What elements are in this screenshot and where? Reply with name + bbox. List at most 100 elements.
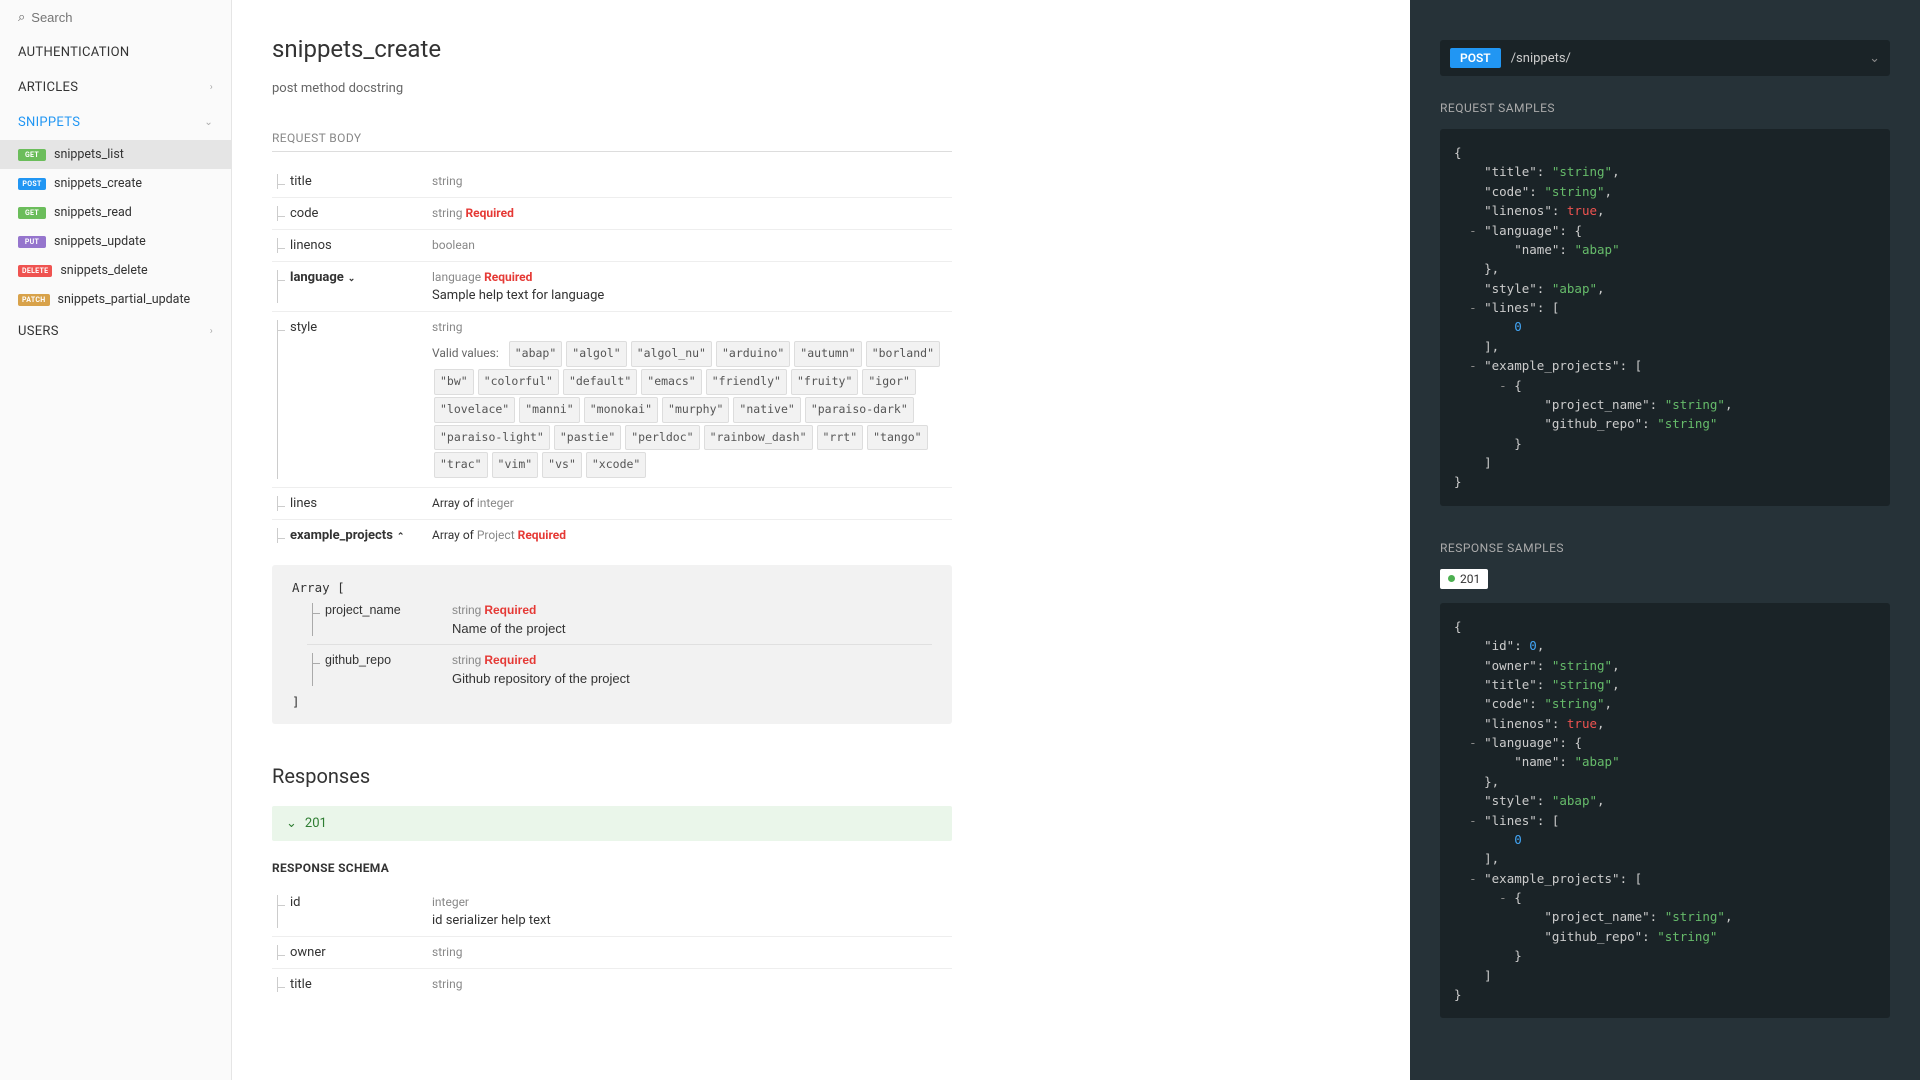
param-row-code: code stringRequired xyxy=(272,198,952,230)
chevron-right-icon: › xyxy=(210,82,213,93)
chevron-down-icon: ⌄ xyxy=(348,274,356,284)
nav-authentication[interactable]: AUTHENTICATION xyxy=(0,35,231,70)
param-info: string xyxy=(432,174,952,189)
nav-articles[interactable]: ARTICLES › xyxy=(0,70,231,105)
enum-value: "arduino" xyxy=(716,341,790,367)
enum-value: "autumn" xyxy=(794,341,861,367)
param-name: linenos xyxy=(272,238,432,253)
enum-value: "rainbow_dash" xyxy=(704,425,813,451)
param-type-prefix: Array of xyxy=(432,528,477,542)
enum-value: "bw" xyxy=(434,369,474,395)
param-desc: Sample help text for language xyxy=(432,288,952,303)
nested-name: github_repo xyxy=(307,653,452,686)
param-type: language xyxy=(432,270,481,284)
param-type: integer xyxy=(432,895,469,909)
param-name: example_projects⌃ xyxy=(272,528,432,543)
response-code: 201 xyxy=(305,816,327,831)
nav-label: AUTHENTICATION xyxy=(18,45,129,60)
sidebar-item-snippets_partial_update[interactable]: PATCHsnippets_partial_update xyxy=(0,285,231,314)
nested-row-project-name: project_name stringRequiredName of the p… xyxy=(307,595,932,645)
endpoint-bar[interactable]: POST /snippets/ ⌄ xyxy=(1440,40,1890,76)
param-row-lines: lines Array of integer xyxy=(272,488,952,520)
chevron-down-icon: ⌄ xyxy=(204,117,213,128)
param-type-prefix: Array of xyxy=(432,496,477,510)
param-info: string Valid values: "abap""algol""algol… xyxy=(432,320,952,479)
nested-row-github-repo: github_repo stringRequiredGithub reposit… xyxy=(307,645,932,694)
enum-value: "emacs" xyxy=(641,369,701,395)
param-row-linenos: linenos boolean xyxy=(272,230,952,262)
required-label: Required xyxy=(484,603,536,617)
param-type: Project xyxy=(477,528,515,542)
param-name: lines xyxy=(272,496,432,511)
enum-value: "algol" xyxy=(566,341,626,367)
nested-schema-box: Array [ project_name stringRequiredName … xyxy=(272,565,952,724)
valid-values: Valid values: "abap""algol""algol_nu""ar… xyxy=(432,340,952,479)
sidebar-item-snippets_create[interactable]: POSTsnippets_create xyxy=(0,169,231,198)
sub-item-label: snippets_create xyxy=(54,176,142,191)
request-body-heading: REQUEST BODY xyxy=(272,131,952,152)
chevron-up-icon: ⌃ xyxy=(397,532,405,542)
search-box: ⌕ xyxy=(0,0,231,35)
param-type: string xyxy=(432,977,462,991)
method-tag: PUT xyxy=(18,236,46,248)
enum-value: "colorful" xyxy=(478,369,559,395)
param-row-language[interactable]: language⌄ languageRequired Sample help t… xyxy=(272,262,952,312)
param-type: string xyxy=(452,653,481,667)
sidebar-item-snippets_delete[interactable]: DELETEsnippets_delete xyxy=(0,256,231,285)
enum-value: "paraiso-dark" xyxy=(805,397,914,423)
sidebar-item-snippets_read[interactable]: GETsnippets_read xyxy=(0,198,231,227)
nested-info: stringRequiredName of the project xyxy=(452,603,565,636)
search-input[interactable] xyxy=(31,10,213,25)
nav-snippets[interactable]: SNIPPETS ⌄ xyxy=(0,105,231,140)
method-tag: GET xyxy=(18,149,46,161)
response-code-block[interactable]: { "id": 0, "owner": "string", "title": "… xyxy=(1440,603,1890,1019)
enum-value: "vim" xyxy=(492,452,539,478)
param-info: string xyxy=(432,945,952,960)
enum-value: "monokai" xyxy=(584,397,658,423)
enum-value: "fruity" xyxy=(791,369,858,395)
array-open: Array [ xyxy=(292,580,932,595)
method-tag: DELETE xyxy=(18,265,52,277)
param-name: id xyxy=(272,895,432,928)
enum-value: "murphy" xyxy=(662,397,729,423)
endpoint-path: /snippets/ xyxy=(1511,51,1859,66)
response-status-row[interactable]: ⌄ 201 xyxy=(272,806,952,841)
param-type: string xyxy=(452,603,481,617)
enum-value: "igor" xyxy=(862,369,916,395)
param-type: integer xyxy=(477,496,514,510)
enum-value: "vs" xyxy=(542,452,582,478)
sub-item-label: snippets_update xyxy=(54,234,146,249)
request-code-block[interactable]: { "title": "string", "code": "string", "… xyxy=(1440,129,1890,506)
response-schema-heading: RESPONSE SCHEMA xyxy=(272,861,952,875)
enum-value: "abap" xyxy=(509,341,563,367)
nav-users[interactable]: USERS › xyxy=(0,314,231,349)
nav-label: USERS xyxy=(18,324,59,339)
param-row-example-projects[interactable]: example_projects⌃ Array of ProjectRequir… xyxy=(272,520,952,551)
param-name: code xyxy=(272,206,432,221)
param-type: string xyxy=(432,206,462,220)
page-subtitle: post method docstring xyxy=(272,81,952,96)
request-samples-heading: REQUEST SAMPLES xyxy=(1440,101,1890,115)
array-close: ] xyxy=(292,694,932,709)
sidebar-item-snippets_update[interactable]: PUT snippets_update xyxy=(0,227,231,256)
status-pill[interactable]: 201 xyxy=(1440,569,1488,589)
schema-row-owner: owner string xyxy=(272,937,952,969)
page-title: snippets_create xyxy=(272,35,952,63)
param-type: string xyxy=(432,945,462,959)
param-name: title xyxy=(272,174,432,189)
required-label: Required xyxy=(484,270,532,284)
enum-value: "tango" xyxy=(867,425,927,451)
required-label: Required xyxy=(518,528,566,542)
nested-name: project_name xyxy=(307,603,452,636)
param-info: integerid serializer help text xyxy=(432,895,952,928)
param-desc: Github repository of the project xyxy=(452,671,630,686)
sidebar-item-snippets_list[interactable]: GET snippets_list xyxy=(0,140,231,169)
param-type: string xyxy=(432,174,462,188)
nested-info: stringRequiredGithub repository of the p… xyxy=(452,653,630,686)
nav-label: ARTICLES xyxy=(18,80,78,95)
code-panel: POST /snippets/ ⌄ REQUEST SAMPLES { "tit… xyxy=(1410,0,1920,1080)
sub-item-label: snippets_partial_update xyxy=(58,292,191,307)
nav-label: SNIPPETS xyxy=(18,115,80,130)
sub-item-label: snippets_list xyxy=(54,147,124,162)
schema-row-title: title string xyxy=(272,969,952,1000)
